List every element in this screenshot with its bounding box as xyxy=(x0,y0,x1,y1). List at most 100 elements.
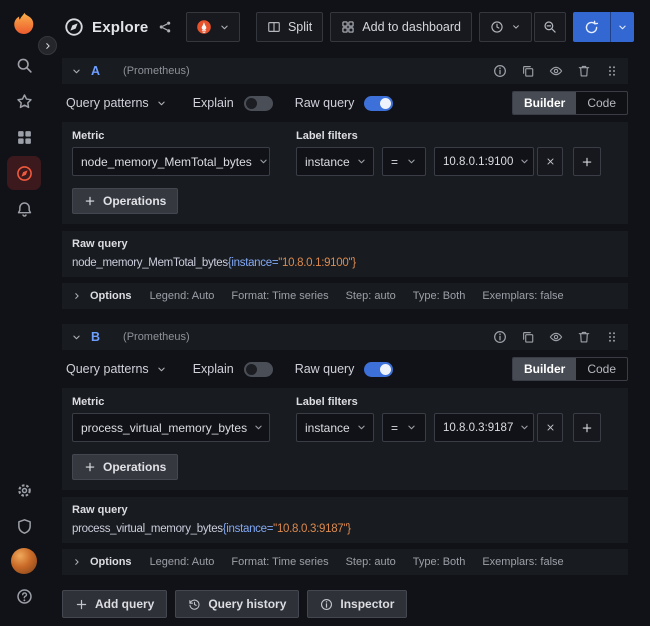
drag-handle-icon xyxy=(605,330,619,344)
split-button[interactable]: Split xyxy=(256,12,323,42)
collapse-query-button[interactable] xyxy=(71,66,82,77)
sidebar-item-search[interactable] xyxy=(7,48,41,82)
run-query-interval-caret[interactable] xyxy=(611,12,634,42)
split-columns-icon xyxy=(267,20,281,34)
add-to-dashboard-button[interactable]: Add to dashboard xyxy=(330,12,472,42)
inspector-label: Inspector xyxy=(340,597,394,611)
chevron-down-icon xyxy=(356,422,367,433)
hide-query-button[interactable] xyxy=(549,330,563,344)
remove-filter-button[interactable] xyxy=(537,147,563,176)
metric-value: node_memory_MemTotal_bytes xyxy=(81,155,252,169)
chevron-down-icon xyxy=(71,332,82,343)
explain-toggle[interactable] xyxy=(244,96,273,111)
chevron-down-icon xyxy=(156,98,167,109)
help-icon xyxy=(16,588,33,605)
operations-button[interactable]: Operations xyxy=(72,454,178,480)
explain-toggle[interactable] xyxy=(244,362,273,377)
code-mode-button[interactable]: Code xyxy=(576,92,627,114)
filter-operator-select[interactable]: = xyxy=(382,147,426,176)
sidebar-item-explore[interactable] xyxy=(7,156,41,190)
chevron-down-icon xyxy=(156,364,167,375)
grafana-logo-icon[interactable] xyxy=(11,11,38,38)
toolbar-right: Split Add to dashboard xyxy=(256,12,634,42)
query-help-button[interactable] xyxy=(493,330,507,344)
query-ref-id: B xyxy=(91,330,100,344)
query-options-collapsed[interactable]: Options Legend: Auto Format: Time series… xyxy=(62,283,628,309)
remove-query-button[interactable] xyxy=(577,64,591,78)
query-row-header[interactable]: B (Prometheus) xyxy=(62,324,628,350)
options-label: Options xyxy=(90,556,132,568)
metric-select[interactable]: process_virtual_memory_bytes xyxy=(72,413,270,442)
time-picker-button[interactable] xyxy=(479,12,532,42)
operations-label: Operations xyxy=(103,194,166,208)
query-options-collapsed[interactable]: Options Legend: Auto Format: Time series… xyxy=(62,549,628,575)
query-help-button[interactable] xyxy=(493,64,507,78)
builder-mode-button[interactable]: Builder xyxy=(513,358,576,380)
raw-query-toggle[interactable] xyxy=(364,362,393,377)
chevron-down-icon xyxy=(71,66,82,77)
add-filter-button[interactable] xyxy=(573,147,601,176)
sidebar-item-help[interactable] xyxy=(7,579,41,613)
filter-value-select[interactable]: 10.8.0.3:9187 xyxy=(434,413,534,442)
filter-operator-select[interactable]: = xyxy=(382,413,426,442)
query-patterns-dropdown[interactable]: Query patterns xyxy=(62,96,171,110)
sidebar-item-configuration[interactable] xyxy=(7,473,41,507)
inspector-button[interactable]: Inspector xyxy=(307,590,407,618)
chevron-down-icon xyxy=(258,156,269,167)
metric-select[interactable]: node_memory_MemTotal_bytes xyxy=(72,147,270,176)
zoom-out-button[interactable] xyxy=(534,12,566,42)
main-area: Explore Split Add to dashboard xyxy=(48,0,650,626)
filter-label-value: instance xyxy=(305,155,350,169)
sidebar-item-server-admin[interactable] xyxy=(7,509,41,543)
drag-query-handle[interactable] xyxy=(605,330,619,344)
query-history-button[interactable]: Query history xyxy=(175,590,299,618)
sidebar-expand-button[interactable] xyxy=(38,36,57,55)
times-icon xyxy=(545,156,556,167)
duplicate-query-button[interactable] xyxy=(521,330,535,344)
sidebar-item-dashboards[interactable] xyxy=(7,120,41,154)
run-query-main[interactable] xyxy=(573,12,611,42)
option-format: Format: Time series xyxy=(231,290,328,302)
filter-value-select[interactable]: 10.8.0.1:9100 xyxy=(434,147,534,176)
raw-query-text: process_virtual_memory_bytes{instance="1… xyxy=(72,521,618,535)
raw-label: instance xyxy=(226,523,266,535)
drag-query-handle[interactable] xyxy=(605,64,619,78)
filter-label-select[interactable]: instance xyxy=(296,147,374,176)
trash-icon xyxy=(577,330,591,344)
code-mode-button[interactable]: Code xyxy=(576,358,627,380)
collapse-query-button[interactable] xyxy=(71,332,82,343)
operations-button[interactable]: Operations xyxy=(72,188,178,214)
datasource-picker[interactable] xyxy=(186,12,240,42)
plus-icon xyxy=(75,598,88,611)
raw-value: "10.8.0.3:9187" xyxy=(273,523,347,535)
option-step: Step: auto xyxy=(346,556,396,568)
gear-icon xyxy=(16,482,33,499)
duplicate-query-button[interactable] xyxy=(521,64,535,78)
filter-label-select[interactable]: instance xyxy=(296,413,374,442)
run-query-button[interactable] xyxy=(573,12,634,42)
raw-query-label: Raw query xyxy=(72,504,618,516)
add-query-button[interactable]: Add query xyxy=(62,590,167,618)
hide-query-button[interactable] xyxy=(549,64,563,78)
raw-query-toggle[interactable] xyxy=(364,96,393,111)
info-circle-icon xyxy=(320,598,333,611)
clock-icon xyxy=(490,20,504,34)
option-legend: Legend: Auto xyxy=(150,556,215,568)
user-avatar[interactable] xyxy=(11,548,37,574)
share-shortcut-button[interactable] xyxy=(156,18,174,36)
sidebar-item-starred[interactable] xyxy=(7,84,41,118)
query-row-header[interactable]: A (Prometheus) xyxy=(62,58,628,84)
sidebar-item-alerting[interactable] xyxy=(7,192,41,226)
add-filter-button[interactable] xyxy=(573,413,601,442)
query-builder-panel: Metric node_memory_MemTotal_bytes Label … xyxy=(62,122,628,224)
remove-query-button[interactable] xyxy=(577,330,591,344)
remove-filter-button[interactable] xyxy=(537,413,563,442)
chevron-down-icon xyxy=(519,156,530,167)
zoom-out-icon xyxy=(543,20,557,34)
query-patterns-dropdown[interactable]: Query patterns xyxy=(62,362,171,376)
query-editor-b: B (Prometheus) Query patterns xyxy=(62,324,628,575)
builder-mode-button[interactable]: Builder xyxy=(513,92,576,114)
chevron-down-icon xyxy=(356,156,367,167)
filter-label-value: instance xyxy=(305,421,350,435)
raw-metric: node_memory_MemTotal_bytes xyxy=(72,257,228,269)
